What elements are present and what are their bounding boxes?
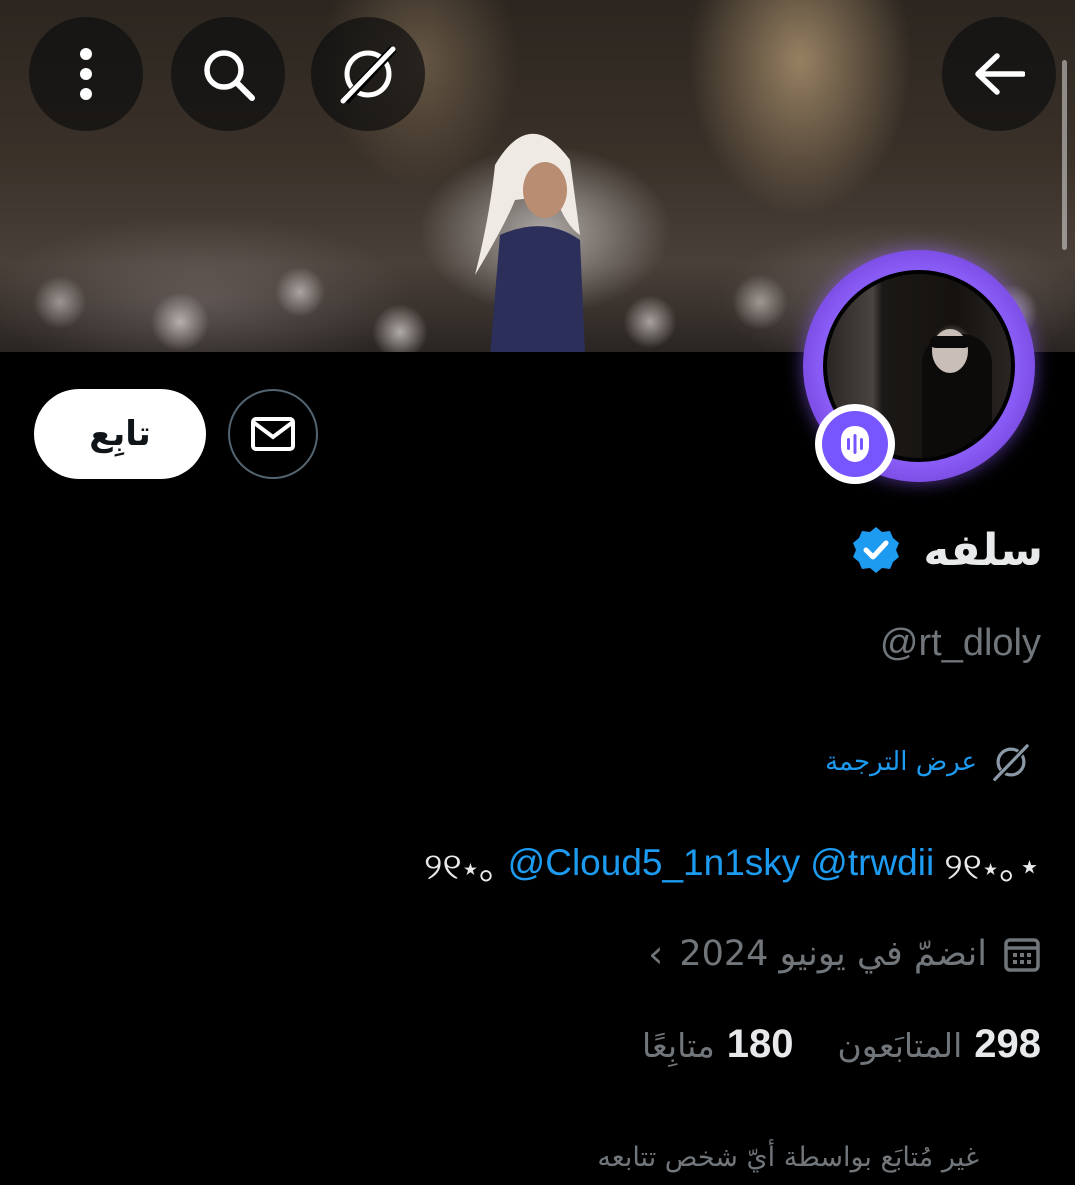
translate-link[interactable]: عرض الترجمة [825, 747, 977, 777]
more-vertical-icon [80, 48, 92, 100]
arrow-left-icon [975, 53, 1025, 95]
avatar-container[interactable] [803, 250, 1051, 484]
bio-mention-link[interactable]: @Cloud5_1n1sky [508, 842, 801, 884]
joined-row[interactable]: ‹ انضمّ في يونيو 2024 [648, 932, 1041, 976]
search-button[interactable] [171, 17, 285, 131]
bio: ୨୧⋆｡ @Cloud5_1n1sky @trwdii ୨୧⋆｡⋆ [424, 836, 1041, 890]
followers-count: 298 [974, 1022, 1041, 1066]
more-button[interactable] [29, 17, 143, 131]
grok-button[interactable] [311, 17, 425, 131]
calendar-icon [1004, 938, 1040, 972]
chevron-left-icon: ‹ [648, 932, 664, 976]
stats-row: 298 المتابَعون 180 متابِعًا [642, 1022, 1041, 1067]
back-button[interactable] [942, 17, 1056, 131]
translate-row[interactable]: عرض الترجمة [825, 742, 1031, 782]
bio-mention-link[interactable]: @trwdii [810, 842, 934, 884]
grok-icon [993, 743, 1030, 782]
bio-decoration-left: ୨୧⋆｡ [424, 846, 498, 887]
banner-figure [475, 133, 585, 352]
spaces-microphone-icon [841, 426, 869, 462]
display-name: سلفه [923, 524, 1043, 576]
follow-button[interactable]: تابِع [34, 389, 206, 479]
message-button[interactable] [228, 389, 318, 479]
follow-label: تابِع [89, 414, 151, 454]
spaces-badge[interactable] [815, 404, 895, 484]
verified-badge-icon[interactable] [851, 525, 901, 575]
following-count: 180 [726, 1022, 794, 1066]
handle: @rt_dloly [879, 622, 1041, 664]
followers-stat[interactable]: 298 المتابَعون [838, 1022, 1041, 1067]
envelope-icon [251, 417, 295, 451]
following-label: متابِعًا [641, 1026, 715, 1065]
following-stat[interactable]: 180 متابِعًا [642, 1022, 794, 1067]
joined-date: انضمّ في يونيو 2024 [679, 934, 987, 974]
not-followed-note: غير مُتابَع بواسطة أيّ شخص تتابعه [597, 1142, 979, 1173]
name-row: سلفه [851, 520, 1043, 580]
followers-label: المتابَعون [837, 1026, 963, 1065]
bio-decoration-right: ୨୧⋆｡⋆ [944, 846, 1041, 887]
search-icon [204, 50, 255, 101]
grok-icon [340, 45, 397, 105]
scrollbar[interactable] [1062, 60, 1067, 250]
